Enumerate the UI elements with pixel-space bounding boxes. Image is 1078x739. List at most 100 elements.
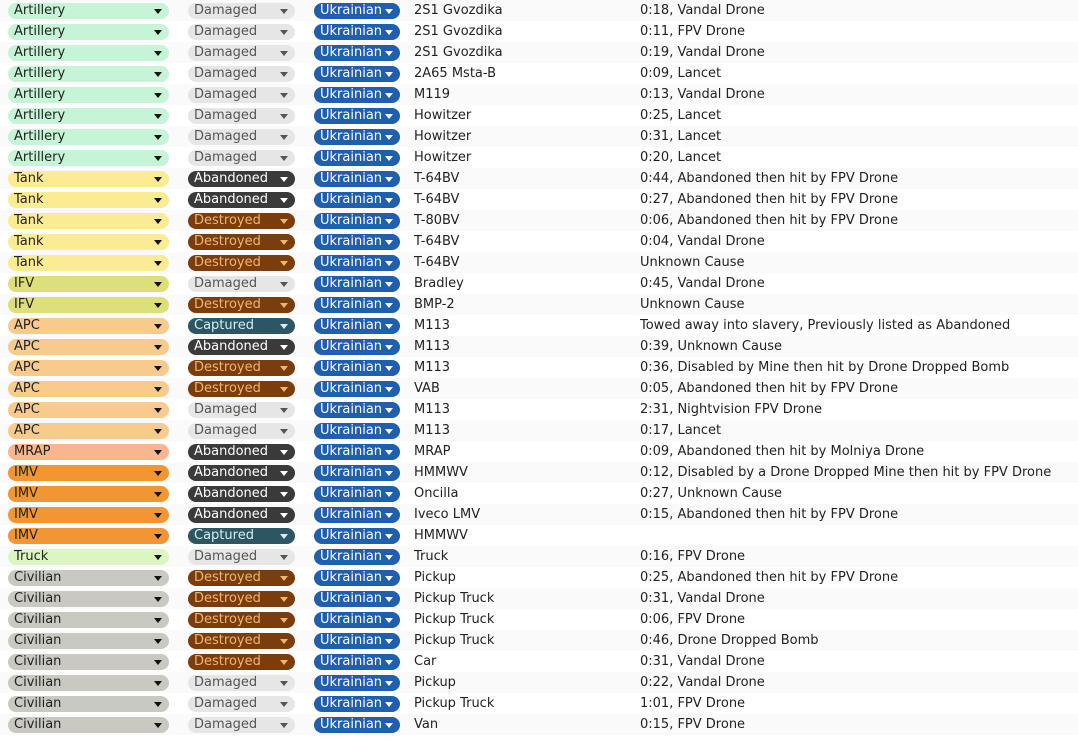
nationality-dropdown[interactable]: Ukrainian bbox=[314, 549, 400, 565]
status-dropdown[interactable]: Damaged bbox=[188, 45, 295, 61]
type-dropdown[interactable]: APC bbox=[8, 381, 169, 397]
type-dropdown[interactable]: Artillery bbox=[8, 45, 169, 61]
nationality-dropdown[interactable]: Ukrainian bbox=[314, 108, 400, 124]
status-dropdown[interactable]: Damaged bbox=[188, 276, 295, 292]
nationality-dropdown[interactable]: Ukrainian bbox=[314, 381, 400, 397]
nationality-dropdown[interactable]: Ukrainian bbox=[314, 654, 400, 670]
nationality-dropdown[interactable]: Ukrainian bbox=[314, 276, 400, 292]
status-dropdown[interactable]: Damaged bbox=[188, 87, 295, 103]
nationality-dropdown[interactable]: Ukrainian bbox=[314, 129, 400, 145]
type-dropdown[interactable]: Civilian bbox=[8, 591, 169, 607]
nationality-dropdown[interactable]: Ukrainian bbox=[314, 591, 400, 607]
status-dropdown[interactable]: Abandoned bbox=[188, 507, 295, 523]
nationality-dropdown[interactable]: Ukrainian bbox=[314, 318, 400, 334]
status-dropdown[interactable]: Damaged bbox=[188, 66, 295, 82]
nationality-dropdown[interactable]: Ukrainian bbox=[314, 171, 400, 187]
nationality-dropdown[interactable]: Ukrainian bbox=[314, 87, 400, 103]
type-dropdown[interactable]: Civilian bbox=[8, 570, 169, 586]
type-dropdown[interactable]: Civilian bbox=[8, 696, 169, 712]
status-dropdown[interactable]: Damaged bbox=[188, 108, 295, 124]
nationality-dropdown[interactable]: Ukrainian bbox=[314, 444, 400, 460]
nationality-dropdown[interactable]: Ukrainian bbox=[314, 24, 400, 40]
status-dropdown[interactable]: Damaged bbox=[188, 24, 295, 40]
status-dropdown[interactable]: Destroyed bbox=[188, 297, 295, 313]
nationality-dropdown[interactable]: Ukrainian bbox=[314, 465, 400, 481]
status-dropdown[interactable]: Captured bbox=[188, 318, 295, 334]
type-dropdown[interactable]: Civilian bbox=[8, 675, 169, 691]
nationality-dropdown[interactable]: Ukrainian bbox=[314, 717, 400, 733]
status-dropdown[interactable]: Abandoned bbox=[188, 486, 295, 502]
status-dropdown[interactable]: Damaged bbox=[188, 675, 295, 691]
nationality-dropdown[interactable]: Ukrainian bbox=[314, 234, 400, 250]
nationality-dropdown[interactable]: Ukrainian bbox=[314, 402, 400, 418]
type-dropdown[interactable]: Tank bbox=[8, 171, 169, 187]
type-dropdown[interactable]: Artillery bbox=[8, 24, 169, 40]
type-dropdown[interactable]: Tank bbox=[8, 234, 169, 250]
type-dropdown[interactable]: Artillery bbox=[8, 150, 169, 166]
status-dropdown[interactable]: Damaged bbox=[188, 3, 295, 19]
status-dropdown[interactable]: Damaged bbox=[188, 717, 295, 733]
status-dropdown[interactable]: Damaged bbox=[188, 402, 295, 418]
nationality-dropdown[interactable]: Ukrainian bbox=[314, 675, 400, 691]
status-dropdown[interactable]: Damaged bbox=[188, 696, 295, 712]
type-dropdown[interactable]: IMV bbox=[8, 465, 169, 481]
type-dropdown[interactable]: Civilian bbox=[8, 654, 169, 670]
type-dropdown[interactable]: APC bbox=[8, 318, 169, 334]
type-dropdown[interactable]: IMV bbox=[8, 528, 169, 544]
status-dropdown[interactable]: Destroyed bbox=[188, 381, 295, 397]
status-dropdown[interactable]: Destroyed bbox=[188, 570, 295, 586]
type-dropdown[interactable]: IFV bbox=[8, 276, 169, 292]
type-dropdown[interactable]: APC bbox=[8, 402, 169, 418]
status-dropdown[interactable]: Destroyed bbox=[188, 255, 295, 271]
nationality-dropdown[interactable]: Ukrainian bbox=[314, 339, 400, 355]
nationality-dropdown[interactable]: Ukrainian bbox=[314, 528, 400, 544]
type-dropdown[interactable]: Artillery bbox=[8, 108, 169, 124]
nationality-dropdown[interactable]: Ukrainian bbox=[314, 255, 400, 271]
status-dropdown[interactable]: Captured bbox=[188, 528, 295, 544]
nationality-dropdown[interactable]: Ukrainian bbox=[314, 66, 400, 82]
status-dropdown[interactable]: Destroyed bbox=[188, 591, 295, 607]
nationality-dropdown[interactable]: Ukrainian bbox=[314, 360, 400, 376]
nationality-dropdown[interactable]: Ukrainian bbox=[314, 213, 400, 229]
type-dropdown[interactable]: Tank bbox=[8, 255, 169, 271]
type-dropdown[interactable]: IMV bbox=[8, 507, 169, 523]
type-dropdown[interactable]: Artillery bbox=[8, 87, 169, 103]
status-dropdown[interactable]: Damaged bbox=[188, 150, 295, 166]
type-dropdown[interactable]: Tank bbox=[8, 192, 169, 208]
status-dropdown[interactable]: Abandoned bbox=[188, 339, 295, 355]
nationality-dropdown[interactable]: Ukrainian bbox=[314, 297, 400, 313]
status-dropdown[interactable]: Abandoned bbox=[188, 192, 295, 208]
status-dropdown[interactable]: Destroyed bbox=[188, 213, 295, 229]
status-dropdown[interactable]: Destroyed bbox=[188, 360, 295, 376]
nationality-dropdown[interactable]: Ukrainian bbox=[314, 3, 400, 19]
nationality-dropdown[interactable]: Ukrainian bbox=[314, 192, 400, 208]
nationality-dropdown[interactable]: Ukrainian bbox=[314, 612, 400, 628]
type-dropdown[interactable]: Artillery bbox=[8, 129, 169, 145]
status-dropdown[interactable]: Damaged bbox=[188, 423, 295, 439]
type-dropdown[interactable]: Artillery bbox=[8, 66, 169, 82]
type-dropdown[interactable]: APC bbox=[8, 423, 169, 439]
nationality-dropdown[interactable]: Ukrainian bbox=[314, 507, 400, 523]
type-dropdown[interactable]: Artillery bbox=[8, 3, 169, 19]
status-dropdown[interactable]: Destroyed bbox=[188, 234, 295, 250]
status-dropdown[interactable]: Damaged bbox=[188, 549, 295, 565]
nationality-dropdown[interactable]: Ukrainian bbox=[314, 570, 400, 586]
status-dropdown[interactable]: Abandoned bbox=[188, 444, 295, 460]
type-dropdown[interactable]: Truck bbox=[8, 549, 169, 565]
type-dropdown[interactable]: Tank bbox=[8, 213, 169, 229]
type-dropdown[interactable]: APC bbox=[8, 360, 169, 376]
nationality-dropdown[interactable]: Ukrainian bbox=[314, 45, 400, 61]
nationality-dropdown[interactable]: Ukrainian bbox=[314, 696, 400, 712]
status-dropdown[interactable]: Abandoned bbox=[188, 465, 295, 481]
status-dropdown[interactable]: Abandoned bbox=[188, 171, 295, 187]
type-dropdown[interactable]: Civilian bbox=[8, 612, 169, 628]
nationality-dropdown[interactable]: Ukrainian bbox=[314, 486, 400, 502]
type-dropdown[interactable]: IFV bbox=[8, 297, 169, 313]
nationality-dropdown[interactable]: Ukrainian bbox=[314, 150, 400, 166]
type-dropdown[interactable]: MRAP bbox=[8, 444, 169, 460]
status-dropdown[interactable]: Damaged bbox=[188, 129, 295, 145]
status-dropdown[interactable]: Destroyed bbox=[188, 612, 295, 628]
type-dropdown[interactable]: APC bbox=[8, 339, 169, 355]
type-dropdown[interactable]: IMV bbox=[8, 486, 169, 502]
nationality-dropdown[interactable]: Ukrainian bbox=[314, 423, 400, 439]
